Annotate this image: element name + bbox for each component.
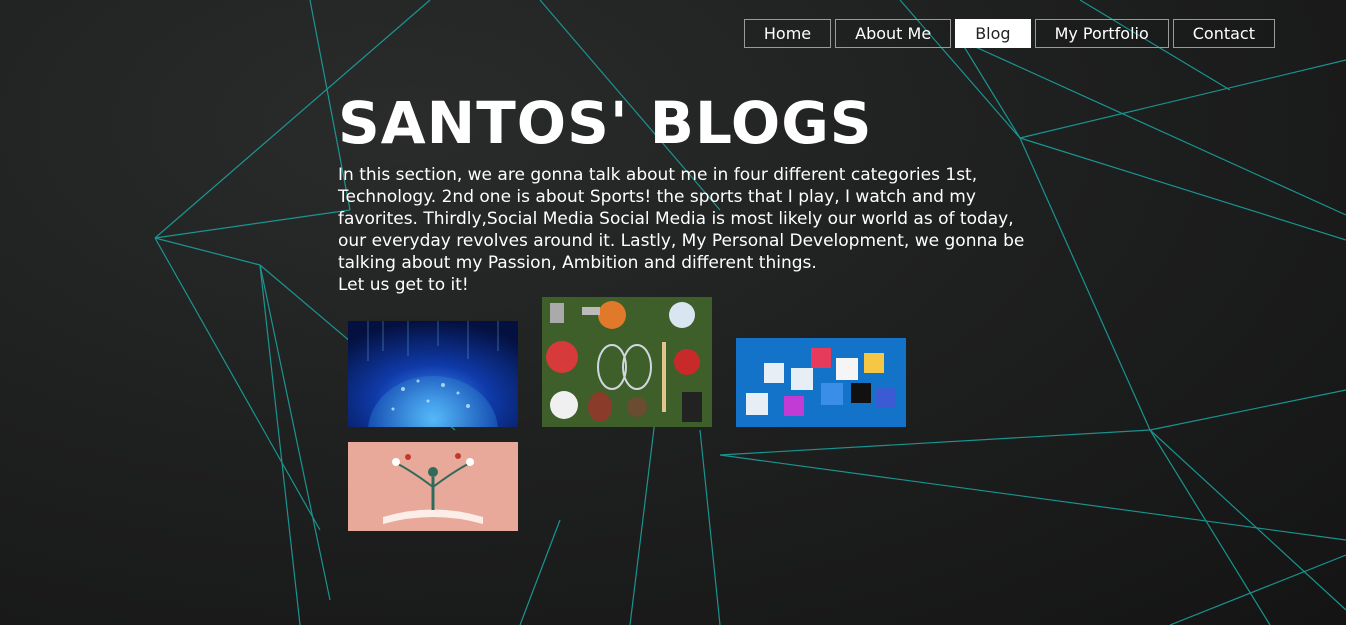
nav-home-link[interactable]: Home bbox=[743, 19, 832, 48]
open-book-tree-image bbox=[348, 442, 518, 531]
nav-about-me-link[interactable]: About Me bbox=[835, 19, 952, 48]
page-title: SANTOS' BLOGS bbox=[338, 89, 873, 157]
nav-contact-link[interactable]: Contact bbox=[1172, 19, 1275, 48]
sports-equipment-image bbox=[542, 297, 712, 427]
nav-blog-link[interactable]: Blog bbox=[955, 19, 1031, 48]
social-media-cubes-image bbox=[736, 338, 906, 427]
intro-text: In this section, we are gonna talk about… bbox=[338, 164, 1028, 296]
personal-development-thumbnail[interactable] bbox=[348, 442, 518, 531]
social-media-thumbnail[interactable] bbox=[736, 338, 906, 427]
main-nav: Home About Me Blog My Portfolio Contact bbox=[743, 19, 1275, 48]
intro-paragraph: In this section, we are gonna talk about… bbox=[338, 165, 1025, 273]
globe-network-image bbox=[348, 321, 518, 427]
sports-thumbnail[interactable] bbox=[542, 297, 712, 427]
intro-closing: Let us get to it! bbox=[338, 275, 469, 295]
nav-my-portfolio-link[interactable]: My Portfolio bbox=[1034, 19, 1169, 48]
technology-thumbnail[interactable] bbox=[348, 321, 518, 427]
